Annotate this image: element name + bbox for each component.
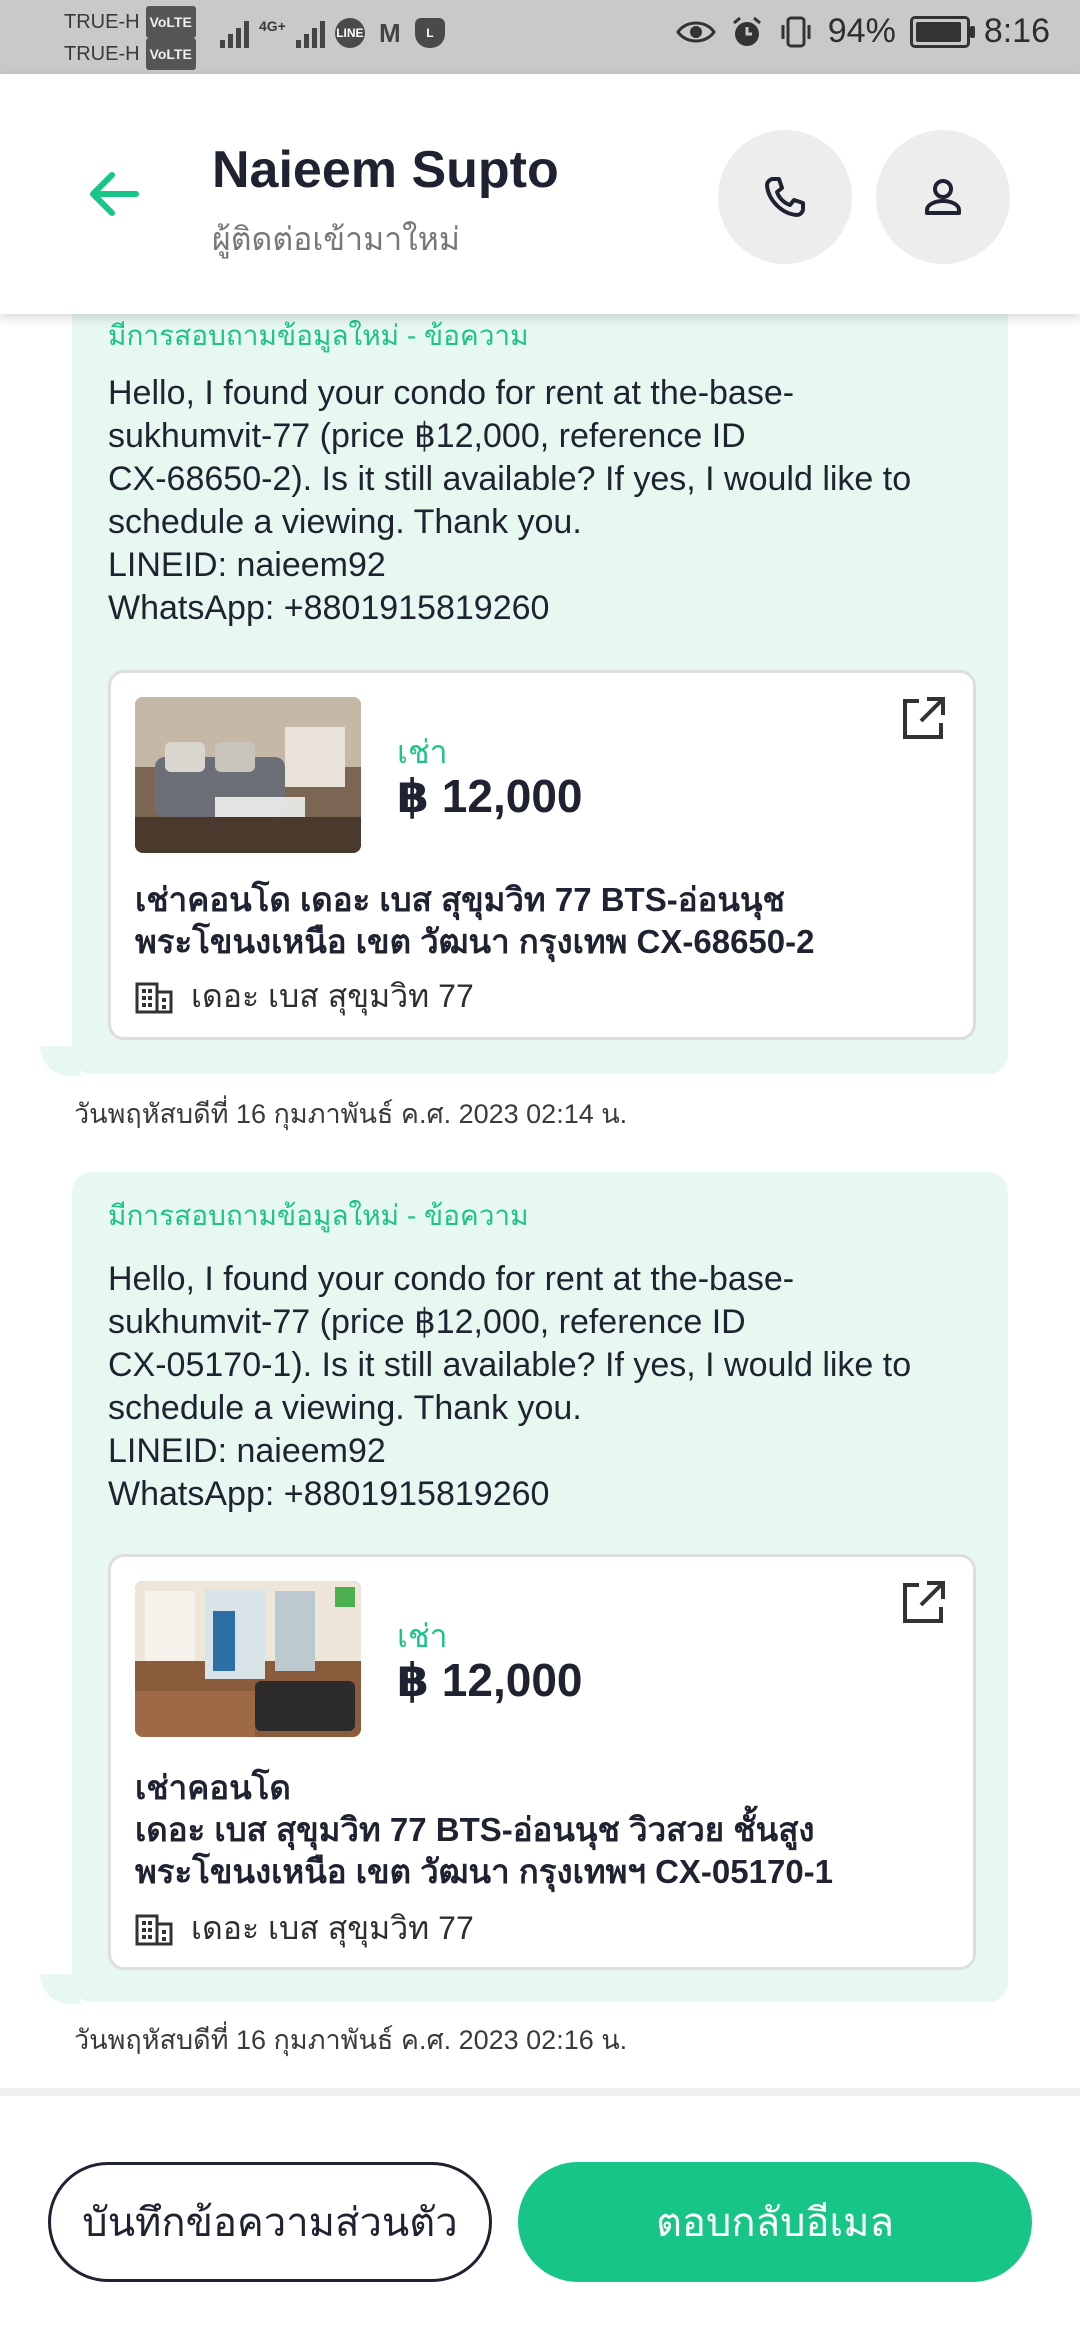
message-line: CX-05170-1). Is it still available? If y…	[108, 1346, 912, 1384]
message-timestamp: วันพฤหัสบดีที่ 16 กุมภาพันธ์ ค.ศ. 2023 0…	[74, 1099, 628, 1129]
status-right: 94% 8:16	[675, 12, 1050, 51]
listing-price: ฿ 12,000	[397, 1654, 583, 1706]
listing-title-line: เช่าคอนโด เดอะ เบส สุขุมวิท 77 BTS-อ่อนน…	[135, 881, 785, 918]
message-line: LINEID: naieem92	[108, 546, 386, 584]
building-icon	[135, 982, 173, 1013]
alarm-icon	[732, 16, 761, 46]
battery-level	[915, 21, 961, 42]
listing-title: เช่าคอนโด เดอะ เบส สุขุมวิท 77 BTS-อ่อนน…	[135, 1767, 833, 1893]
listing-location-text: เดอะ เบส สุขุมวิท 77	[191, 978, 474, 1014]
profile-button[interactable]	[876, 130, 1010, 264]
app-shield-icon: L	[414, 18, 445, 48]
listing-price: ฿ 12,000	[397, 770, 583, 822]
message-body: Hello, I found your condo for rent at th…	[108, 372, 988, 630]
message-bubble: มีการสอบถามข้อมูลใหม่ - ข้อความ Hello, I…	[72, 300, 1008, 1074]
volte-badge: VoLTE	[145, 6, 196, 38]
listing-location: เดอะ เบส สุขุมวิท 77	[135, 1903, 474, 1954]
message-bubble: มีการสอบถามข้อมูลใหม่ - ข้อความ Hello, I…	[72, 1172, 1008, 2002]
message-line: schedule a viewing. Thank you.	[108, 503, 582, 541]
bottom-action-bar: บันทึกข้อความส่วนตัว ตอบกลับอีเมล	[0, 2088, 1080, 2348]
network-type: 4G+	[259, 18, 286, 34]
phone-icon	[765, 177, 805, 217]
message-heading: มีการสอบถามข้อมูลใหม่ - ข้อความ	[108, 1200, 529, 1231]
bubble-tail	[40, 1046, 80, 1076]
listing-location-text: เดอะ เบส สุขุมวิท 77	[191, 1910, 474, 1946]
message-line: WhatsApp: +8801915819260	[108, 1475, 550, 1513]
carrier-info: TRUE-H VoLTE TRUE-H VoLTE	[64, 6, 196, 70]
clock: 8:16	[983, 12, 1050, 50]
back-arrow-icon	[90, 172, 139, 216]
listing-title-line: เช่าคอนโด	[135, 1769, 291, 1806]
contact-name: Naieem Supto	[212, 141, 559, 199]
line-app-icon: LINE	[334, 18, 365, 48]
eye-icon	[675, 21, 716, 42]
external-link-icon[interactable]	[897, 1577, 949, 1629]
listing-card[interactable]: เช่า ฿ 12,000 เช่าคอนโด เดอะ เบส สุขุมวิ…	[108, 1554, 976, 1970]
signal-icon	[295, 20, 325, 48]
battery-percent: 94%	[827, 12, 896, 50]
building-icon	[135, 1914, 173, 1945]
listing-title: เช่าคอนโด เดอะ เบส สุขุมวิท 77 BTS-อ่อนน…	[135, 879, 814, 963]
message-line: Hello, I found your condo for rent at th…	[108, 1260, 795, 1298]
listing-title-line: พระโขนงเหนือ เขต วัฒนา กรุงเทพ CX-68650-…	[135, 923, 815, 960]
volte-badge: VoLTE	[145, 38, 196, 70]
message-line: schedule a viewing. Thank you.	[108, 1389, 582, 1427]
bubble-tail	[40, 1974, 80, 2004]
message-timestamp: วันพฤหัสบดีที่ 16 กุมภาพันธ์ ค.ศ. 2023 0…	[74, 2025, 628, 2055]
external-link-icon[interactable]	[897, 693, 949, 745]
listing-card[interactable]: เช่า ฿ 12,000 เช่าคอนโด เดอะ เบส สุขุมวิ…	[108, 670, 976, 1040]
message-line: CX-68650-2). Is it still available? If y…	[108, 460, 912, 498]
listing-title-line: เดอะ เบส สุขุมวิท 77 BTS-อ่อนนุช วิวสวย …	[135, 1811, 815, 1848]
status-bar: TRUE-H VoLTE TRUE-H VoLTE 4G+ LINE M L 94%…	[0, 0, 1080, 74]
back-button[interactable]	[84, 164, 154, 234]
person-icon	[925, 179, 961, 215]
message-heading: มีการสอบถามข้อมูลใหม่ - ข้อความ	[108, 320, 529, 351]
battery-icon	[909, 15, 975, 48]
message-line: sukhumvit-77 (price ฿12,000, reference I…	[108, 417, 746, 455]
gmail-icon: M	[379, 17, 401, 48]
message-line: sukhumvit-77 (price ฿12,000, reference I…	[108, 1303, 746, 1341]
conversation-header: Naieem Supto ผู้ติดต่อเข้ามาใหม่	[0, 74, 1080, 314]
message-body: Hello, I found your condo for rent at th…	[108, 1258, 988, 1516]
listing-location: เดอะ เบส สุขุมวิท 77	[135, 971, 474, 1022]
signal-icon	[220, 20, 249, 48]
listing-title-line: พระโขนงเหนือ เขต วัฒนา กรุงเทพฯ CX-05170…	[135, 1853, 834, 1890]
contact-status: ผู้ติดต่อเข้ามาใหม่	[212, 221, 460, 257]
reply-email-button[interactable]: ตอบกลับอีเมล	[518, 2162, 1032, 2282]
vibrate-icon	[781, 16, 811, 47]
carrier-2: TRUE-H	[64, 43, 140, 65]
listing-photo	[135, 1581, 361, 1737]
message-line: Hello, I found your condo for rent at th…	[108, 374, 795, 412]
listing-photo	[135, 697, 361, 853]
call-button[interactable]	[718, 130, 852, 264]
private-note-button[interactable]: บันทึกข้อความส่วนตัว	[48, 2162, 492, 2282]
signal-indicators: 4G+ LINE M L	[220, 18, 445, 48]
carrier-1: TRUE-H	[64, 11, 140, 33]
message-line: LINEID: naieem92	[108, 1432, 386, 1470]
message-line: WhatsApp: +8801915819260	[108, 589, 550, 627]
